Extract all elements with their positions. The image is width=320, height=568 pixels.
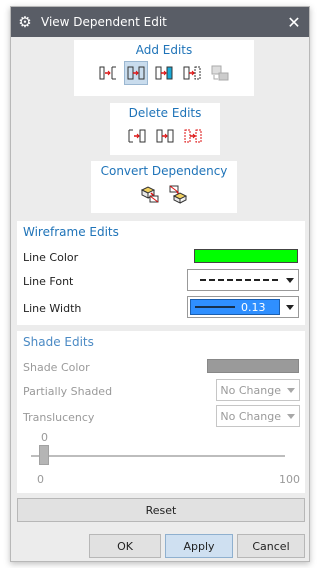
line-width-value: 0.13 [241, 300, 266, 314]
delete-selected-edits-button[interactable] [125, 124, 149, 148]
line-font-dropdown[interactable] [187, 269, 299, 291]
slider-min-label: 0 [37, 473, 44, 486]
translucency-slider-track[interactable] [31, 455, 285, 457]
edit-entire-object-icon [155, 66, 173, 80]
translucency-value: No Change [220, 409, 281, 423]
chevron-down-icon [286, 277, 294, 283]
partially-shaded-value: No Change [220, 383, 281, 397]
translucency-label: Translucency [23, 411, 95, 424]
line-width-dropdown[interactable]: 0.13 [187, 296, 299, 318]
line-width-selection: 0.13 [190, 299, 280, 315]
line-font-label: Line Font [23, 275, 74, 288]
edit-entire-object-button[interactable] [152, 61, 176, 85]
delete-edits-title: Delete Edits [128, 106, 202, 120]
edit-hatched-area-button[interactable] [208, 61, 232, 85]
shade-edits-panel: Shade Edits Shade Color Partially Shaded… [17, 331, 305, 493]
chevron-down-icon [287, 387, 295, 393]
view-to-model-button[interactable] [166, 182, 190, 206]
partially-shaded-label: Partially Shaded [23, 385, 113, 398]
line-color-swatch[interactable] [194, 249, 298, 263]
chevron-down-icon [287, 413, 295, 419]
edit-shaded-faces-icon [183, 66, 201, 80]
delete-edits-by-object-button[interactable] [181, 124, 205, 148]
view-dependent-edit-dialog: ⚙ View Dependent Edit ✕ Add Edits Delete… [10, 6, 310, 562]
slider-max-label: 100 [279, 473, 300, 486]
add-edits-title: Add Edits [135, 43, 193, 57]
shade-color-swatch[interactable] [207, 359, 299, 373]
delete-edits-by-object-icon [184, 129, 202, 143]
delete-selected-edits-icon [128, 129, 146, 143]
gear-icon: ⚙ [18, 13, 32, 31]
erase-from-view-button[interactable] [124, 61, 148, 85]
cancel-button[interactable]: Cancel [237, 534, 305, 558]
edit-hatched-area-icon [211, 65, 229, 81]
apply-button[interactable]: Apply [165, 534, 233, 558]
shade-color-label: Shade Color [23, 361, 90, 374]
delete-all-edits-icon [156, 129, 174, 143]
chevron-down-icon [286, 304, 294, 310]
title-bar[interactable]: ⚙ View Dependent Edit ✕ [11, 7, 309, 37]
close-icon[interactable]: ✕ [285, 13, 303, 32]
solid-line-icon [195, 306, 235, 308]
add-edits-group: Add Edits [74, 40, 254, 96]
dialog-title: View Dependent Edit [41, 15, 167, 29]
line-color-label: Line Color [23, 251, 79, 264]
translucency-slider-handle[interactable] [39, 445, 49, 465]
delete-all-edits-button[interactable] [153, 124, 177, 148]
slider-value-label: 0 [41, 431, 48, 444]
wireframe-edits-title: Wireframe Edits [23, 225, 119, 239]
dashed-line-icon [200, 279, 278, 281]
reset-button[interactable]: Reset [17, 498, 305, 522]
ok-button[interactable]: OK [89, 534, 161, 558]
delete-edits-group: Delete Edits [110, 103, 220, 155]
edit-object-button[interactable] [96, 61, 120, 85]
partially-shaded-dropdown[interactable]: No Change [216, 379, 300, 401]
translucency-dropdown[interactable]: No Change [216, 405, 300, 427]
edit-object-icon [99, 66, 116, 80]
model-to-view-icon [140, 186, 159, 203]
erase-from-view-icon [127, 66, 145, 80]
convert-dependency-title: Convert Dependency [100, 164, 228, 178]
line-width-label: Line Width [23, 302, 82, 315]
view-to-model-icon [169, 185, 188, 204]
edit-shaded-faces-button[interactable] [180, 61, 204, 85]
convert-dependency-group: Convert Dependency [91, 161, 237, 213]
model-to-view-button[interactable] [138, 182, 162, 206]
shade-edits-title: Shade Edits [23, 335, 94, 349]
wireframe-edits-panel: Wireframe Edits Line Color Line Font Lin… [17, 221, 305, 325]
